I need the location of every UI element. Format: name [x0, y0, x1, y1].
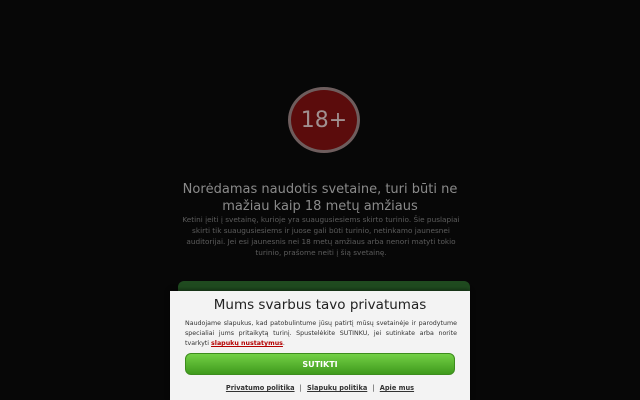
cookie-text: Naudojame slapukus, kad patobulintume jū… [185, 319, 457, 349]
age-badge-label: 18+ [300, 107, 348, 133]
cookie-settings-link[interactable]: slapukų nustatymus [211, 340, 283, 347]
about-us-link[interactable]: Apie mus [380, 384, 414, 392]
age-18-badge: 18+ [288, 87, 360, 153]
cookie-text-end: . [282, 340, 285, 347]
agree-button[interactable]: SUTIKTI [185, 353, 455, 375]
cookie-policy-link[interactable]: Slapukų politika [307, 384, 367, 392]
cookie-consent-panel: Mums svarbus tavo privatumas Naudojame s… [170, 291, 470, 400]
age-gate-text: Ketini įeiti į svetainę, kurioje yra sua… [182, 215, 460, 257]
cookie-title: Mums svarbus tavo privatumas [213, 297, 427, 313]
cookie-footer-links: Privatumo politika | Slapukų politika | … [170, 383, 470, 393]
age-gate-title: Norėdamas naudotis svetaine, turi būti n… [182, 182, 458, 214]
privacy-policy-link[interactable]: Privatumo politika [226, 384, 295, 392]
link-separator: | [372, 384, 375, 392]
link-separator: | [299, 384, 302, 392]
